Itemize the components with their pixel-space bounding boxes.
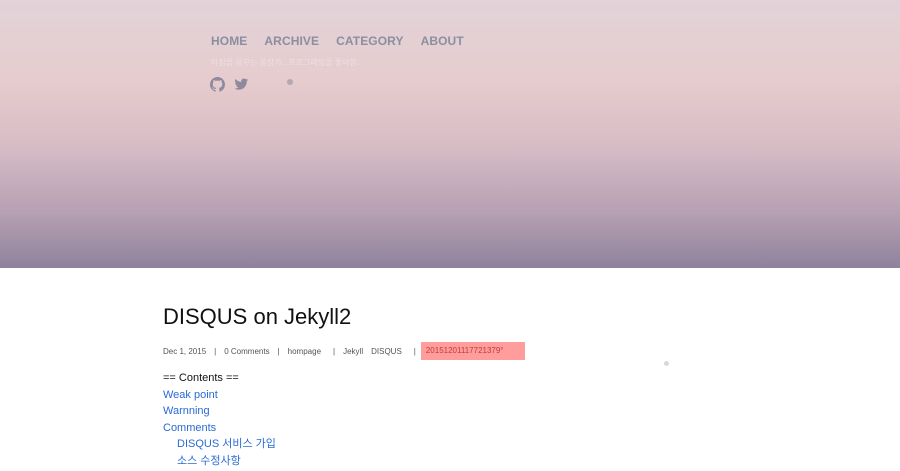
nav-category[interactable]: CATEGORY	[336, 34, 403, 48]
social-links	[210, 77, 249, 92]
tag-disqus[interactable]: DISQUS	[371, 347, 402, 356]
table-of-contents: == Contents == Weak point Warnning Comme…	[163, 370, 276, 469]
toc-item-comments[interactable]: Comments	[163, 420, 276, 437]
nav-home[interactable]: HOME	[211, 34, 247, 48]
post-id-badge: 20151201117721379°	[420, 342, 525, 360]
toc-subitem-source-changes[interactable]: 소스 수정사항	[163, 453, 276, 470]
toc-item-weak-point[interactable]: Weak point	[163, 387, 276, 404]
tag-jekyll[interactable]: Jekyll	[343, 347, 363, 356]
post-meta: Dec 1, 2015 | 0 Comments | hompage | Jek…	[163, 342, 533, 360]
hero-decoration	[287, 79, 293, 85]
meta-separator: |	[333, 346, 336, 356]
post-date: Dec 1, 2015	[163, 346, 207, 356]
github-icon[interactable]	[210, 77, 225, 92]
nav-about[interactable]: ABOUT	[421, 34, 464, 48]
top-nav: HOME ARCHIVE CATEGORY ABOUT	[211, 34, 464, 48]
toc-subitem-disqus-signup[interactable]: DISQUS 서비스 가입	[163, 436, 276, 453]
header-hero: HOME ARCHIVE CATEGORY ABOUT 아침을 꿈꾸는 몽상가.…	[0, 0, 900, 268]
toc-item-warnning[interactable]: Warnning	[163, 403, 276, 420]
category-link[interactable]: hompage	[288, 347, 321, 356]
post-content: DISQUS on Jekyll2 Dec 1, 2015 | 0 Commen…	[163, 304, 763, 467]
post-title: DISQUS on Jekyll2	[163, 304, 352, 329]
meta-separator: |	[413, 346, 416, 356]
nav-archive[interactable]: ARCHIVE	[264, 34, 319, 48]
toc-heading: == Contents ==	[163, 372, 239, 384]
comments-link[interactable]: 0 Comments	[224, 347, 269, 356]
twitter-icon[interactable]	[234, 77, 249, 92]
meta-separator: |	[277, 346, 280, 356]
site-tagline: 아침을 꿈꾸는 몽상가...프로그래밍을 좋아함..	[211, 58, 362, 67]
meta-separator: |	[214, 346, 217, 356]
page-decoration	[664, 361, 669, 366]
